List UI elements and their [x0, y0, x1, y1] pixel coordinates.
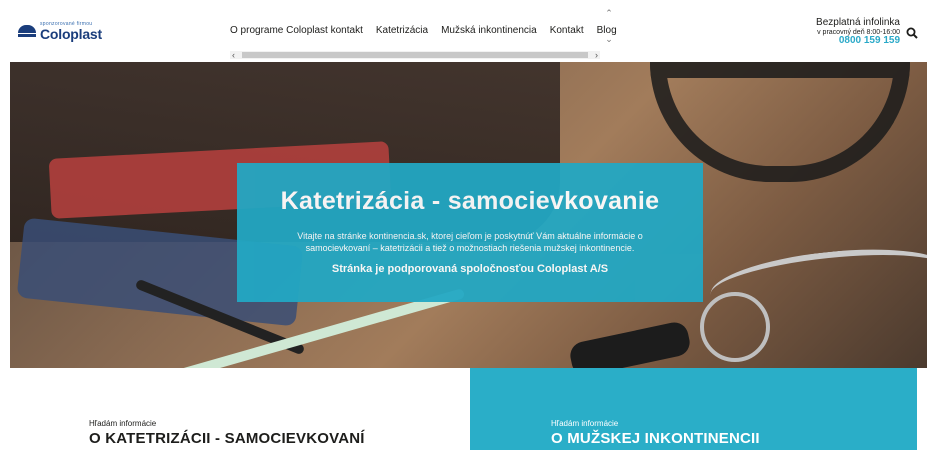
chevron-down-icon[interactable]: ⌄ — [604, 34, 614, 44]
card-kicker: Hľadám informácie — [551, 419, 619, 428]
chevron-left-icon[interactable]: ‹ — [232, 49, 235, 61]
nav-horizontal-scrollbar[interactable]: ‹ › — [230, 49, 600, 61]
hero-photo-car-key — [567, 319, 693, 368]
nav-vertical-scroll[interactable]: ⌃ ⌄ — [604, 8, 614, 48]
coloplast-logo-icon — [18, 23, 36, 41]
chevron-right-icon[interactable]: › — [595, 49, 598, 61]
infoline: Bezplatná infolinka v pracovný deň 8:00-… — [816, 17, 900, 47]
card-title[interactable]: O KATETRIZÁCII - SAMOCIEVKOVANÍ — [89, 430, 365, 447]
hero-title: Katetrizácia - samocievkovanie — [280, 187, 660, 215]
nav-item-about[interactable]: O programe Coloplast kontakt — [230, 25, 363, 36]
scrollbar-thumb[interactable] — [242, 52, 588, 58]
card-catheterization[interactable]: Hľadám informácie O KATETRIZÁCII - SAMOC… — [10, 368, 470, 450]
logo-brand-name: Coloplast — [40, 26, 102, 42]
main-nav: O programe Coloplast kontakt Katetrizáci… — [230, 25, 630, 36]
chevron-up-icon[interactable]: ⌃ — [604, 8, 614, 18]
coloplast-logo[interactable]: sponzorované firmou Coloplast — [18, 22, 102, 41]
card-kicker: Hľadám informácie — [89, 419, 157, 428]
card-male-incontinence[interactable]: Hľadám informácie O MUŽSKEJ INKONTINENCI… — [470, 368, 917, 450]
hero-description: Vitajte na stránke kontinencia.sk, ktore… — [297, 231, 643, 254]
site-header: sponzorované firmou Coloplast O programe… — [0, 0, 927, 60]
nav-item-catheterization[interactable]: Katetrizácia — [376, 25, 428, 36]
nav-item-contact[interactable]: Kontakt — [550, 25, 584, 36]
card-title[interactable]: O MUŽSKEJ INKONTINENCII — [551, 430, 760, 447]
nav-item-male-incontinence[interactable]: Mužská inkontinencia — [441, 25, 537, 36]
hero-sponsor-line: Stránka je podporovaná spoločnosťou Colo… — [331, 263, 609, 276]
infoline-title: Bezplatná infolinka — [816, 17, 900, 28]
infoline-phone[interactable]: 0800 159 159 — [816, 35, 900, 47]
hero-text-box: Katetrizácia - samocievkovanie Vitajte n… — [237, 163, 703, 302]
search-icon[interactable] — [906, 27, 918, 39]
